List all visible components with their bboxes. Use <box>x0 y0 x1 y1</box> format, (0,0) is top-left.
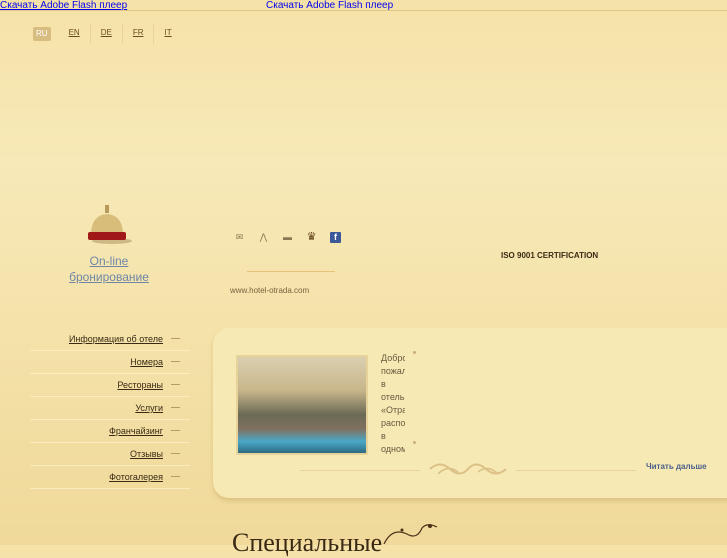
crown-icon[interactable]: ♛ <box>306 232 317 243</box>
menu-item-franchising: Франчайзинг <box>30 420 190 443</box>
menu-item-gallery: Фотогалерея <box>30 466 190 489</box>
scroll-down-icon[interactable] <box>413 441 416 444</box>
lang-ru[interactable]: RU <box>33 27 51 41</box>
divider <box>0 10 727 11</box>
section-heading: Специальные <box>232 528 383 557</box>
intro-line: пожаловать <box>381 366 405 376</box>
main-menu: Информация об отеле Номера Рестораны Усл… <box>30 328 190 489</box>
lang-de[interactable]: DE <box>91 24 123 44</box>
scroll-up-icon[interactable] <box>413 351 416 354</box>
facebook-icon[interactable]: f <box>330 232 341 243</box>
menu-link[interactable]: Информация об отеле <box>69 334 163 344</box>
divider <box>516 470 636 471</box>
ornament-icon <box>429 463 507 475</box>
swirl-ornament-icon <box>383 524 438 545</box>
intro-line: расположен <box>381 418 405 428</box>
social-icons: ✉ ⋀ ▬ ♛ f <box>234 232 341 243</box>
intro-text: Добро пожаловать в отель «Отрада» распол… <box>381 352 405 456</box>
read-more-link[interactable]: Читать дальше <box>646 462 707 471</box>
language-switcher: RU EN DE FR IT <box>33 24 182 44</box>
dash-icon <box>171 338 180 339</box>
intro-line: «Отрада» <box>381 405 405 415</box>
intro-line: отель <box>381 392 405 402</box>
divider <box>247 271 335 272</box>
website-url: www.hotel-otrada.com <box>230 286 310 295</box>
lang-fr[interactable]: FR <box>123 24 155 44</box>
print-icon[interactable]: ▬ <box>282 232 293 243</box>
menu-link[interactable]: Услуги <box>135 403 163 413</box>
menu-link[interactable]: Франчайзинг <box>109 426 163 436</box>
dash-icon <box>171 361 180 362</box>
intro-line: Добро <box>381 353 405 363</box>
lang-en[interactable]: EN <box>59 24 91 44</box>
booking-line-2: бронирование <box>69 270 149 284</box>
divider <box>300 470 420 471</box>
lang-it[interactable]: IT <box>154 24 181 44</box>
dash-icon <box>171 407 180 408</box>
menu-link[interactable]: Рестораны <box>117 380 163 390</box>
intro-line: одном <box>381 444 405 454</box>
intro-line: в <box>381 431 386 441</box>
menu-item-restaurants: Рестораны <box>30 374 190 397</box>
menu-link[interactable]: Отзывы <box>130 449 163 459</box>
menu-link[interactable]: Номера <box>130 357 163 367</box>
dash-icon <box>171 384 180 385</box>
sitemap-icon[interactable]: ⋀ <box>258 232 269 243</box>
mail-icon[interactable]: ✉ <box>234 232 245 243</box>
text-scrollbar[interactable] <box>413 351 417 447</box>
dash-icon <box>171 453 180 454</box>
reception-bell-icon[interactable] <box>82 203 132 245</box>
iso-certification-link[interactable]: ISO 9001 CERTIFICATION <box>501 251 598 260</box>
hotel-photo <box>236 355 368 455</box>
menu-item-hotel-info: Информация об отеле <box>30 328 190 351</box>
menu-item-rooms: Номера <box>30 351 190 374</box>
dash-icon <box>171 430 180 431</box>
menu-link[interactable]: Фотогалерея <box>109 472 163 482</box>
menu-item-reviews: Отзывы <box>30 443 190 466</box>
intro-line: в <box>381 379 386 389</box>
online-booking-link[interactable]: On-line бронирование <box>50 253 168 285</box>
booking-line-1: On-line <box>89 254 129 268</box>
dash-icon <box>171 476 180 477</box>
menu-item-services: Услуги <box>30 397 190 420</box>
